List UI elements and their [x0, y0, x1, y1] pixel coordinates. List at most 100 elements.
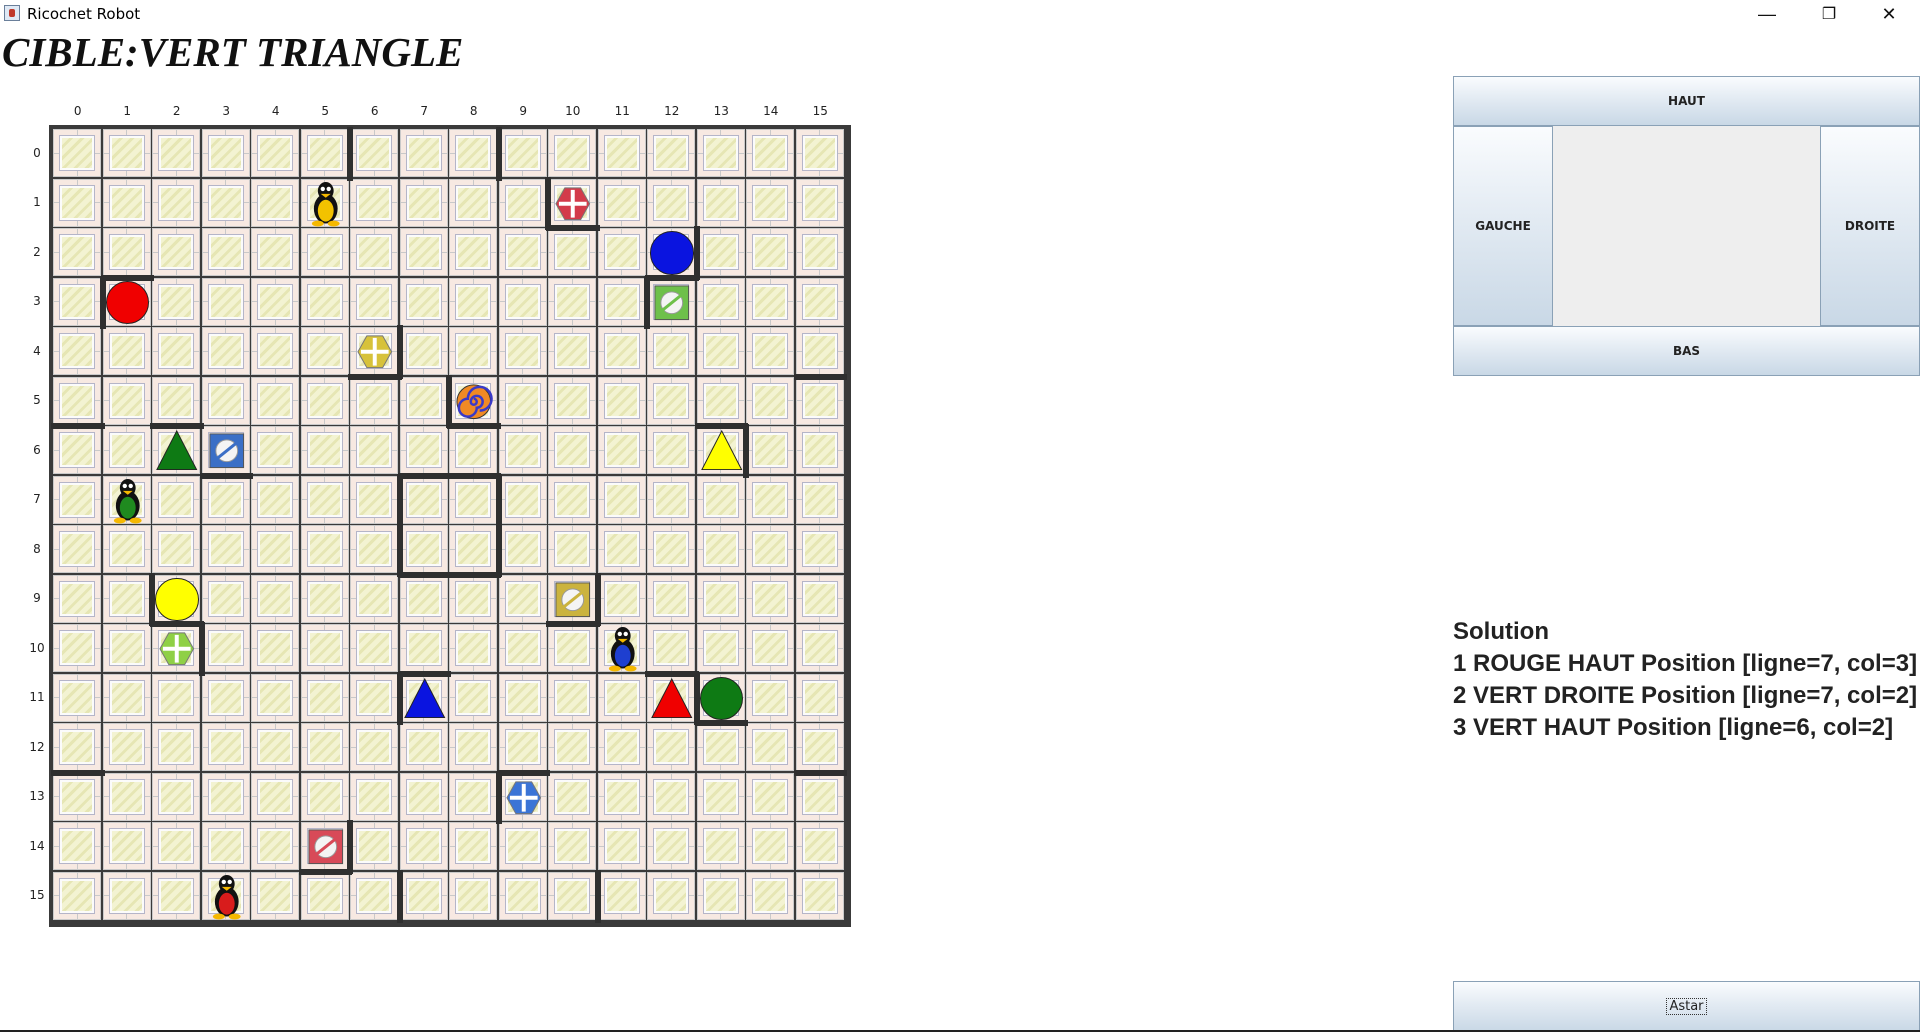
board-cell: [201, 277, 250, 326]
cell-tile: [59, 679, 95, 716]
cell-tile: [603, 729, 640, 765]
cell-tile: [653, 432, 689, 468]
board-cell: [251, 871, 299, 920]
cell-tile: [603, 234, 640, 270]
board-cell: [53, 228, 101, 276]
cell-tile: [257, 283, 293, 320]
column-label: 7: [420, 104, 429, 118]
cell-tile: [59, 283, 95, 320]
astar-button[interactable]: Astar: [1453, 981, 1920, 1032]
board-cell: [498, 673, 547, 722]
wall-segment: [594, 869, 601, 923]
board-cell: [399, 129, 448, 177]
robot-blue-penguin[interactable]: [598, 624, 648, 674]
cell-tile: [653, 481, 689, 518]
cell-tile: [257, 679, 293, 716]
robot-yellow-penguin[interactable]: [301, 179, 351, 229]
column-label: 0: [73, 104, 82, 118]
board-cell: [449, 624, 497, 672]
cell-tile: [306, 531, 343, 567]
board-cell: [251, 376, 299, 425]
window-title: Ricochet Robot: [27, 5, 141, 23]
target-red-circle: [105, 280, 149, 324]
cell-tile: [207, 481, 244, 518]
board-cell: [102, 673, 151, 722]
board-cell: [746, 772, 794, 821]
board-cell: [251, 327, 299, 375]
cell-tile: [653, 828, 689, 864]
board-cell: [498, 871, 547, 920]
board-cell: [746, 178, 794, 227]
cell-tile: [801, 531, 838, 567]
cell-tile: [108, 382, 145, 419]
board-cell: [350, 574, 398, 623]
board-cell: [449, 228, 497, 276]
cell-tile: [207, 234, 244, 270]
cell-tile: [801, 283, 838, 320]
board-cell: [548, 723, 596, 771]
board-cell: [548, 822, 596, 870]
board-cell: [597, 475, 646, 524]
board-cell: [53, 376, 101, 425]
cell-tile: [554, 828, 590, 864]
java-app-icon: [4, 5, 20, 21]
cell-tile: [257, 877, 293, 914]
row-label: 9: [33, 591, 41, 606]
cell-tile: [257, 135, 293, 171]
cell-tile: [801, 432, 838, 468]
board-cell: [102, 871, 151, 920]
gauche-button[interactable]: GAUCHE: [1453, 126, 1553, 326]
board-cell: [746, 723, 794, 771]
cell-tile: [257, 432, 293, 468]
close-button[interactable]: ✕: [1860, 0, 1918, 28]
cell-tile: [405, 729, 442, 765]
haut-button[interactable]: HAUT: [1453, 76, 1920, 126]
row-label: 0: [33, 145, 41, 160]
board-cell: [746, 376, 794, 425]
cell-tile: [504, 184, 541, 221]
droite-button[interactable]: DROITE: [1820, 126, 1920, 326]
board-cell: [350, 624, 398, 672]
cell-tile: [752, 135, 788, 171]
column-label: 6: [370, 104, 379, 118]
board-cell: [696, 822, 745, 870]
board-cell: [498, 178, 547, 227]
cell-tile: [801, 630, 838, 666]
board-cell: [399, 228, 448, 276]
cell-tile: [59, 184, 95, 221]
wall-segment: [397, 571, 451, 578]
cell-tile: [504, 580, 541, 617]
cell-tile: [752, 729, 788, 765]
minimize-button[interactable]: —: [1738, 0, 1796, 28]
cell-tile: [603, 778, 640, 815]
column-label: 1: [123, 104, 132, 118]
board-cell: [548, 426, 596, 474]
board-cell: [746, 475, 794, 524]
board-cell: [548, 475, 596, 524]
board-cell: [498, 129, 547, 177]
robot-green-penguin[interactable]: [103, 476, 153, 526]
board-cell: [597, 376, 646, 425]
board-cell: [449, 673, 497, 722]
cell-tile: [108, 234, 145, 270]
board-cell: [53, 475, 101, 524]
restore-button[interactable]: ❐: [1800, 0, 1858, 28]
target-blue-planet: [208, 433, 244, 469]
cell-tile: [356, 877, 392, 914]
board-cell: [53, 871, 101, 920]
board-cell: [795, 624, 844, 672]
robot-red-penguin[interactable]: [202, 872, 252, 922]
board-cell: [498, 525, 547, 573]
board-cell: [53, 624, 101, 672]
cell-tile: [158, 679, 194, 716]
cell-tile: [801, 679, 838, 716]
board-cell: [696, 376, 745, 425]
cell-tile: [158, 778, 194, 815]
target-yellow-cross: [357, 335, 393, 369]
board-cell: [251, 723, 299, 771]
board-cell: [746, 129, 794, 177]
cell-tile: [653, 382, 689, 419]
bas-button[interactable]: BAS: [1453, 326, 1920, 376]
board-cell: [647, 525, 695, 573]
cell-tile: [59, 778, 95, 815]
